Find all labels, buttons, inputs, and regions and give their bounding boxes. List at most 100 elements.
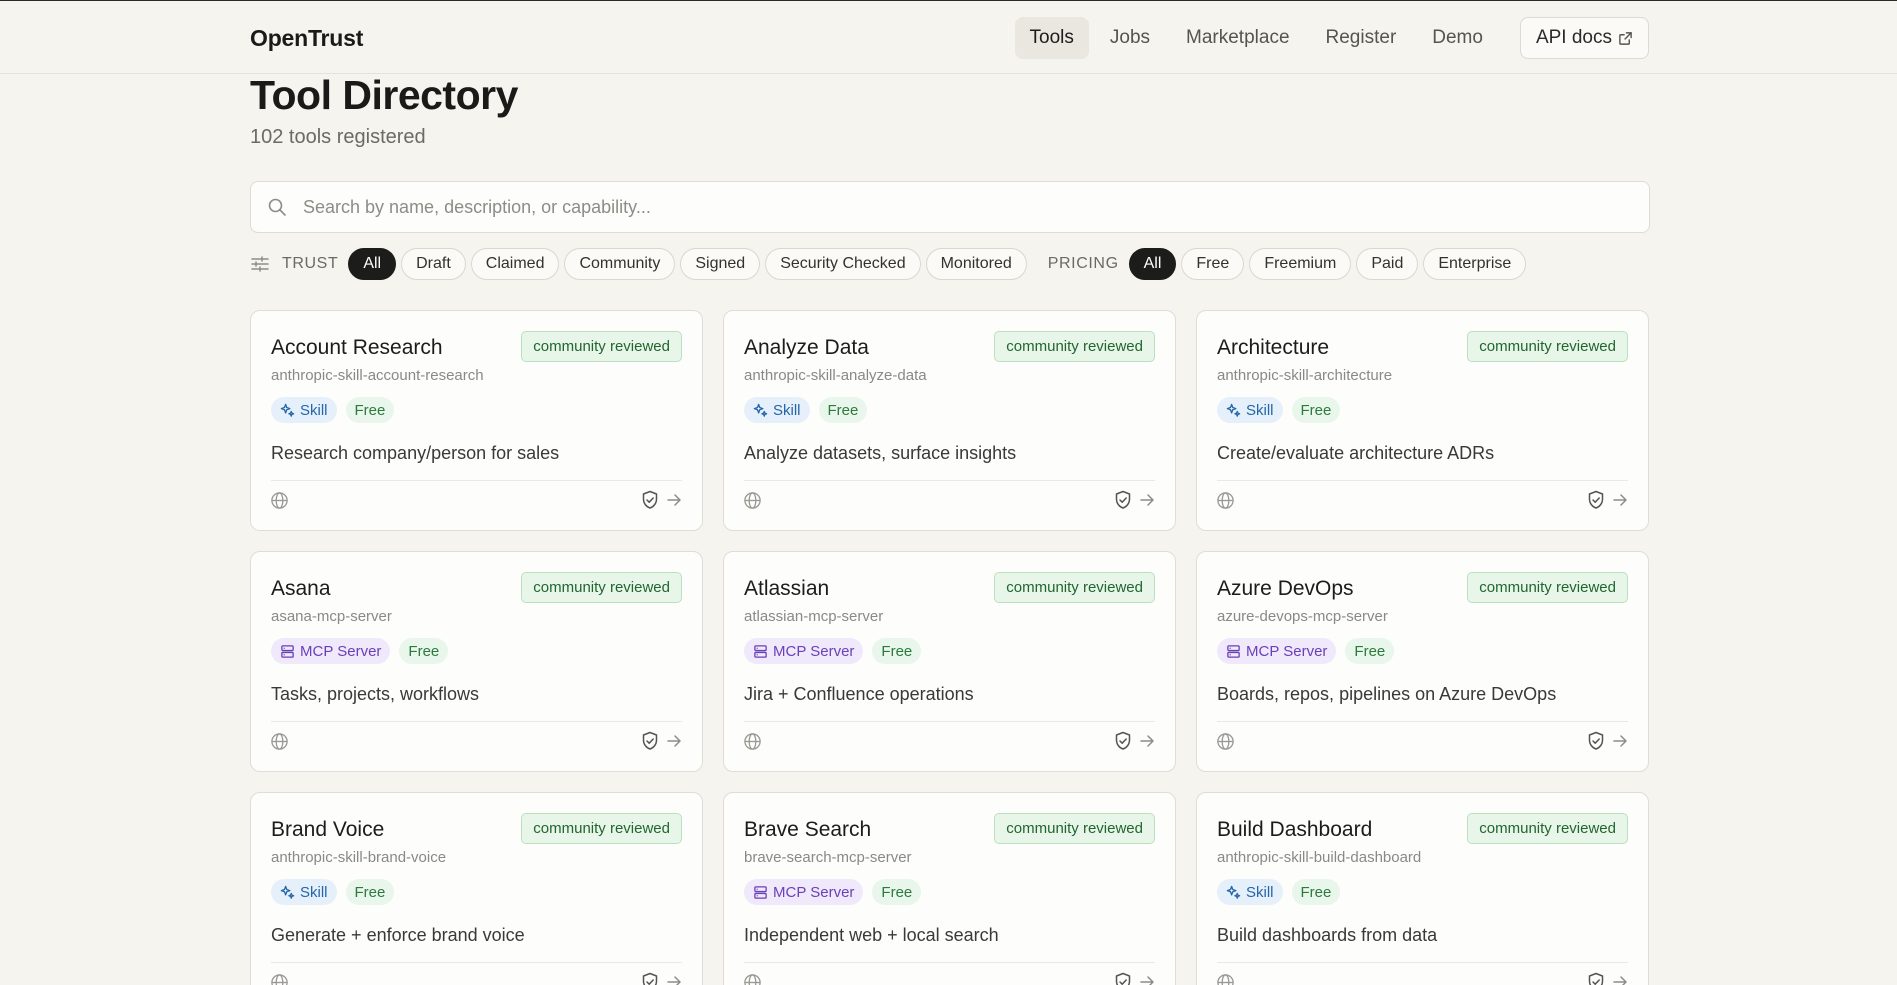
tool-card[interactable]: Azure DevOps community reviewed azure-devo… — [1196, 551, 1649, 772]
shield-check-icon — [1115, 972, 1131, 985]
shield-check-icon — [1115, 731, 1131, 750]
trust-chip-monitored[interactable]: Monitored — [925, 248, 1027, 280]
trust-chip-draft[interactable]: Draft — [401, 248, 466, 280]
arrow-right-icon[interactable] — [666, 492, 682, 508]
globe-icon[interactable] — [1216, 973, 1235, 985]
top-navigation-bar: OpenTrust Tools Jobs Marketplace Registe… — [0, 0, 1897, 74]
tool-description: Tasks, projects, workflows — [271, 684, 480, 704]
globe-icon[interactable] — [270, 973, 289, 985]
trust-chip-security-checked[interactable]: Security Checked — [765, 248, 921, 280]
sparkle-icon — [1226, 403, 1241, 417]
arrow-right-icon[interactable] — [1612, 974, 1628, 985]
pricing-tag: Free — [1291, 879, 1341, 905]
filter-bar: TRUST All Draft Claimed Community Signed… — [250, 248, 1527, 280]
nav-tools[interactable]: Tools — [1014, 17, 1089, 59]
nav-demo[interactable]: Demo — [1417, 17, 1498, 59]
globe-icon[interactable] — [743, 973, 762, 985]
shield-check-icon — [642, 972, 658, 985]
card-divider — [1217, 962, 1628, 963]
globe-icon[interactable] — [1216, 732, 1235, 751]
tool-name[interactable]: Azure DevOps — [1217, 577, 1354, 601]
nav-register[interactable]: Register — [1311, 17, 1412, 59]
tool-slug: anthropic-skill-architecture — [1217, 367, 1393, 384]
nav-jobs[interactable]: Jobs — [1095, 17, 1165, 59]
trust-chip-claimed[interactable]: Claimed — [470, 248, 560, 280]
tool-card[interactable]: Analyze Data community reviewed anthropic-… — [723, 310, 1176, 531]
type-tag: Skill — [1217, 879, 1283, 905]
tool-tags: MCP Server Free — [271, 638, 449, 664]
trust-badge: community reviewed — [521, 572, 682, 603]
pricing-tag: Free — [1345, 638, 1395, 664]
pricing-chip-free[interactable]: Free — [1181, 248, 1245, 280]
search-icon — [268, 198, 286, 216]
tool-card[interactable]: Atlassian community reviewed atlassian-mcp… — [723, 551, 1176, 772]
server-icon — [281, 644, 294, 658]
type-tag: Skill — [271, 397, 337, 423]
arrow-right-icon[interactable] — [1612, 492, 1628, 508]
globe-icon[interactable] — [1216, 491, 1235, 510]
tool-card[interactable]: Account Research community reviewed anthro… — [250, 310, 703, 531]
globe-icon[interactable] — [270, 732, 289, 751]
tool-tags: MCP Server Free — [744, 638, 922, 664]
tool-name[interactable]: Brand Voice — [271, 818, 384, 842]
type-tag-label: Skill — [300, 883, 328, 901]
type-tag: MCP Server — [744, 638, 864, 664]
card-divider — [271, 721, 682, 722]
card-divider — [744, 480, 1155, 481]
api-docs-label: API docs — [1535, 27, 1612, 48]
pricing-chip-freemium[interactable]: Freemium — [1249, 248, 1352, 280]
tool-name[interactable]: Analyze Data — [744, 336, 869, 360]
globe-icon[interactable] — [743, 491, 762, 510]
tool-name[interactable]: Atlassian — [744, 577, 829, 601]
arrow-right-icon[interactable] — [1139, 492, 1155, 508]
tool-card[interactable]: Brave Search community reviewed brave-sear… — [723, 792, 1176, 985]
pricing-chip-paid[interactable]: Paid — [1356, 248, 1419, 280]
nav-demo-label: Demo — [1432, 27, 1483, 48]
tool-description: Boards, repos, pipelines on Azure DevOps — [1217, 684, 1557, 704]
type-tag-label: MCP Server — [1246, 642, 1328, 660]
pricing-chip-all[interactable]: All — [1128, 248, 1177, 280]
trust-badge: community reviewed — [521, 813, 682, 844]
nav-register-label: Register — [1325, 27, 1397, 48]
type-tag: Skill — [1217, 397, 1283, 423]
tool-count: 102 tools registered — [250, 126, 426, 148]
arrow-right-icon[interactable] — [1139, 974, 1155, 985]
trust-badge: community reviewed — [994, 331, 1155, 362]
tool-card[interactable]: Asana community reviewed asana-mcp-server M… — [250, 551, 703, 772]
globe-icon[interactable] — [270, 491, 289, 510]
trust-chip-community[interactable]: Community — [564, 248, 676, 280]
arrow-right-icon[interactable] — [666, 974, 682, 985]
server-icon — [1227, 644, 1240, 658]
arrow-right-icon[interactable] — [1612, 733, 1628, 749]
arrow-right-icon[interactable] — [1139, 733, 1155, 749]
tool-tags: Skill Free — [744, 397, 868, 423]
tool-name[interactable]: Account Research — [271, 336, 443, 360]
pricing-tag: Free — [345, 879, 395, 905]
type-tag: Skill — [744, 397, 810, 423]
tool-name[interactable]: Architecture — [1217, 336, 1329, 360]
tool-name[interactable]: Build Dashboard — [1217, 818, 1372, 842]
search-box[interactable] — [250, 181, 1650, 233]
shield-check-icon — [642, 731, 658, 750]
nav-marketplace-label: Marketplace — [1186, 27, 1290, 48]
tool-name[interactable]: Asana — [271, 577, 331, 601]
sparkle-icon — [280, 885, 295, 899]
search-input[interactable] — [303, 196, 1603, 218]
tool-card[interactable]: Build Dashboard community reviewed anthrop… — [1196, 792, 1649, 985]
api-docs-button[interactable]: API docs — [1519, 17, 1649, 59]
sliders-icon — [251, 256, 269, 272]
tool-description: Analyze datasets, surface insights — [744, 443, 1017, 463]
card-divider — [271, 962, 682, 963]
pricing-tag: Free — [872, 638, 922, 664]
tool-card[interactable]: Architecture community reviewed anthropic-… — [1196, 310, 1649, 531]
tool-slug: brave-search-mcp-server — [744, 849, 912, 866]
tool-name[interactable]: Brave Search — [744, 818, 871, 842]
tool-card[interactable]: Brand Voice community reviewed anthropic-s… — [250, 792, 703, 985]
brand-logo[interactable]: OpenTrust — [250, 25, 363, 52]
pricing-chip-enterprise[interactable]: Enterprise — [1423, 248, 1527, 280]
trust-chip-signed[interactable]: Signed — [680, 248, 761, 280]
trust-chip-all[interactable]: All — [348, 248, 397, 280]
globe-icon[interactable] — [743, 732, 762, 751]
nav-marketplace[interactable]: Marketplace — [1171, 17, 1305, 59]
arrow-right-icon[interactable] — [666, 733, 682, 749]
